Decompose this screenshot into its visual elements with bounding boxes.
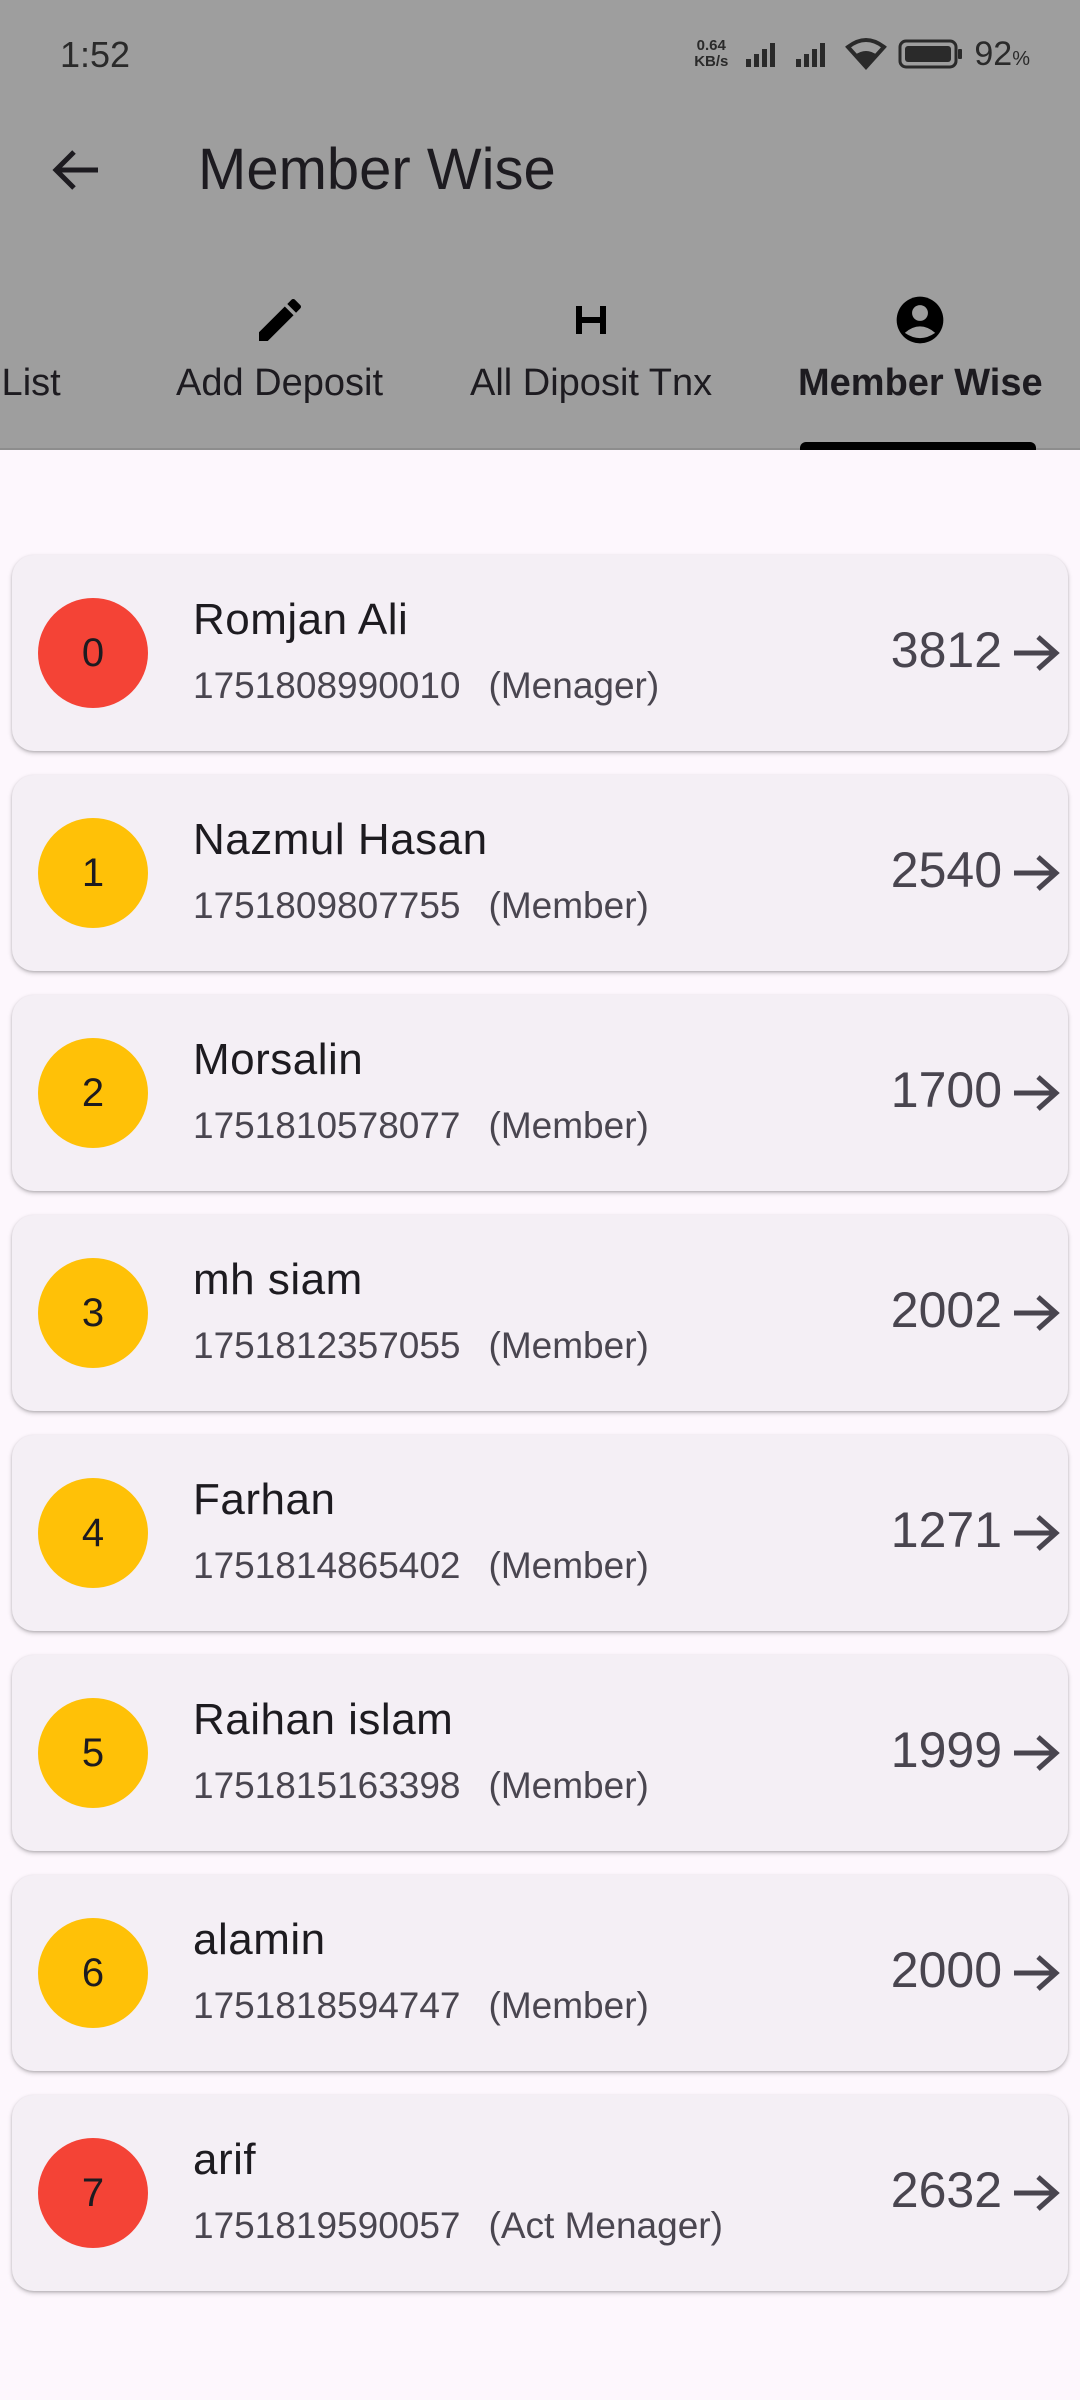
member-card[interactable]: 5 Raihan islam 1751815163398 (Member) 199… [12,1655,1068,1851]
member-role: (Member) [488,1985,649,2026]
member-role: (Member) [488,1545,649,1586]
member-role: (Member) [488,885,649,926]
member-card[interactable]: 0 Romjan Ali 1751808990010 (Menager) 3812 [12,555,1068,751]
member-card[interactable]: 7 arif 1751819590057 (Act Menager) 2632 [12,2095,1068,2291]
member-amount: 1999 [890,1722,1002,1778]
member-phone: 1751815163398 [193,1765,461,1806]
member-subtitle: 1751818594747 (Member) [193,1985,649,2027]
wifi-icon [845,38,888,70]
member-phone: 1751812357055 [193,1325,461,1366]
tab-bar: it List Add Deposit All Diposit Tnx [0,280,1080,450]
member-name: alamin [193,1915,326,1964]
member-role: (Member) [488,1765,649,1806]
member-name: Raihan islam [193,1695,454,1744]
member-phone: 1751814865402 [193,1545,461,1586]
arrow-forward-icon[interactable] [1010,1067,1062,1119]
tab-indicator [800,442,1036,450]
member-amount: 1271 [890,1502,1002,1558]
member-amount: 2540 [890,842,1002,898]
net-speed: 0.64 KB/s [694,38,728,70]
member-subtitle: 1751815163398 (Member) [193,1765,649,1807]
member-index-badge: 7 [38,2138,148,2248]
letter-h-icon [576,306,607,334]
member-index-badge: 5 [38,1698,148,1808]
member-list: 0 Romjan Ali 1751808990010 (Menager) 3812… [12,555,1068,2315]
tab-label: Member Wise [798,362,1043,404]
cell-signal-2-icon [796,43,826,67]
member-name: Nazmul Hasan [193,815,488,864]
arrow-forward-icon[interactable] [1010,1507,1062,1559]
member-card[interactable]: 3 mh siam 1751812357055 (Member) 2002 [12,1215,1068,1411]
member-index-badge: 6 [38,1918,148,2028]
net-speed-value: 0.64 [696,37,726,54]
status-icons: 0.64 KB/s 92% [694,30,1030,78]
member-subtitle: 1751808990010 (Menager) [193,665,659,707]
member-card[interactable]: 4 Farhan 1751814865402 (Member) 1271 [12,1435,1068,1631]
arrow-forward-icon[interactable] [1010,1287,1062,1339]
title-bar: Member Wise [0,120,1080,220]
page-title: Member Wise [198,137,556,202]
tab-label: Add Deposit [176,362,384,404]
member-name: Romjan Ali [193,595,409,644]
member-phone: 1751809807755 [193,885,461,926]
battery-icon [898,39,963,69]
member-phone: 1751810578077 [193,1105,461,1146]
member-amount: 2002 [890,1282,1002,1338]
member-name: Morsalin [193,1035,364,1084]
account-circle-icon [896,296,944,344]
member-index-badge: 0 [38,598,148,708]
member-subtitle: 1751814865402 (Member) [193,1545,649,1587]
member-role: (Member) [488,1105,649,1146]
member-phone: 1751819590057 [193,2205,461,2246]
member-phone: 1751818594747 [193,1985,461,2026]
tab-label: it List [0,362,61,404]
app-bar: 1:52 0.64 KB/s 92% Member Wise List Add … [0,0,1080,450]
member-amount: 3812 [890,622,1002,678]
pencil-icon [258,298,301,341]
member-subtitle: 1751810578077 (Member) [193,1105,649,1147]
member-subtitle: 1751812357055 (Member) [193,1325,649,1367]
arrow-forward-icon[interactable] [1010,1727,1062,1779]
member-card[interactable]: 6 alamin 1751818594747 (Member) 2000 [12,1875,1068,2071]
battery-percent: 92% [974,35,1030,74]
member-card[interactable]: 2 Morsalin 1751810578077 (Member) 1700 [12,995,1068,1191]
member-index-badge: 1 [38,818,148,928]
battery-percent-unit: % [1012,47,1030,70]
arrow-forward-icon[interactable] [1010,2167,1062,2219]
status-bar: 1:52 0.64 KB/s 92% [0,0,1080,110]
member-name: arif [193,2135,257,2184]
cell-signal-icon [746,43,776,67]
member-index-badge: 2 [38,1038,148,1148]
member-subtitle: 1751819590057 (Act Menager) [193,2205,723,2247]
status-time: 1:52 [60,34,131,75]
member-phone: 1751808990010 [193,665,461,706]
member-amount: 2632 [890,2162,1002,2218]
battery-percent-value: 92 [974,34,1013,73]
tab-all-deposit-tnx[interactable]: All Diposit Tnx [470,280,712,450]
arrow-forward-icon[interactable] [1010,847,1062,899]
tab-deposit-list[interactable]: it List [0,280,61,450]
arrow-back-icon [52,150,98,190]
arrow-forward-icon[interactable] [1010,1947,1062,1999]
tab-label: All Diposit Tnx [470,362,713,404]
back-button[interactable] [40,140,112,200]
tab-add-deposit[interactable]: Add Deposit [176,280,383,450]
member-card[interactable]: 1 Nazmul Hasan 1751809807755 (Member) 254… [12,775,1068,971]
member-index-badge: 3 [38,1258,148,1368]
member-index-badge: 4 [38,1478,148,1588]
member-role: (Member) [488,1325,649,1366]
member-subtitle: 1751809807755 (Member) [193,885,649,927]
member-role: (Menager) [488,665,660,706]
member-amount: 1700 [890,1062,1002,1118]
member-name: mh siam [193,1255,363,1304]
net-speed-unit: KB/s [694,53,729,70]
member-name: Farhan [193,1475,336,1524]
member-role: (Act Menager) [488,2205,723,2246]
tab-member-wise[interactable]: Member Wise [798,280,1043,450]
arrow-forward-icon[interactable] [1010,627,1062,679]
member-amount: 2000 [890,1942,1002,1998]
